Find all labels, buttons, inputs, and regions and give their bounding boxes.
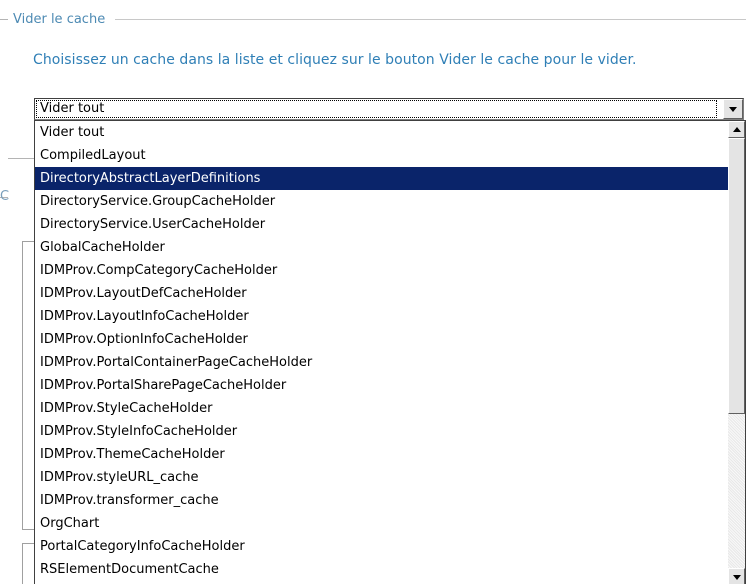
- arrow-up-icon: [733, 127, 741, 132]
- background-divider: [8, 158, 36, 159]
- cache-select-value: Vider tout: [36, 100, 717, 118]
- background-section-title-fragment: C: [0, 189, 10, 204]
- option-item[interactable]: DirectoryService.UserCacheHolder: [35, 213, 728, 236]
- dropdown-arrow-button[interactable]: [723, 99, 743, 119]
- background-frame-line: [22, 543, 23, 584]
- option-item[interactable]: DirectoryService.GroupCacheHolder: [35, 190, 728, 213]
- option-item[interactable]: IDMProv.PortalSharePageCacheHolder: [35, 374, 728, 397]
- option-item[interactable]: OrgChart: [35, 512, 728, 535]
- option-item[interactable]: IDMProv.CompCategoryCacheHolder: [35, 259, 728, 282]
- scroll-down-button[interactable]: [728, 568, 745, 584]
- scrollbar-thumb[interactable]: [728, 138, 745, 414]
- chevron-down-icon: [729, 107, 737, 112]
- instructions-text: Choisissez un cache dans la liste et cli…: [33, 52, 637, 68]
- arrow-down-icon: [733, 575, 741, 580]
- option-item[interactable]: RSElementDocumentCache: [35, 558, 728, 581]
- option-item[interactable]: IDMProv.OptionInfoCacheHolder: [35, 328, 728, 351]
- option-item[interactable]: IDMProv.transformer_cache: [35, 489, 728, 512]
- option-item[interactable]: Vider tout: [35, 121, 728, 144]
- section-header: Vider le cache: [0, 10, 746, 28]
- section-title: Vider le cache: [13, 11, 106, 27]
- option-item[interactable]: IDMProv.styleURL_cache: [35, 466, 728, 489]
- scrollbar[interactable]: [728, 121, 745, 584]
- option-item[interactable]: IDMProv.StyleInfoCacheHolder: [35, 420, 728, 443]
- legend-rule: [115, 19, 746, 20]
- option-item[interactable]: PortalCategoryInfoCacheHolder: [35, 535, 728, 558]
- option-item[interactable]: IDMProv.PortalContainerPageCacheHolder: [35, 351, 728, 374]
- cache-dropdown-list[interactable]: Vider tout CompiledLayout DirectoryAbstrac…: [34, 120, 746, 584]
- option-item[interactable]: DirectoryAbstractLayerDefinitions: [35, 167, 728, 190]
- option-item[interactable]: GlobalCacheHolder: [35, 236, 728, 259]
- option-item[interactable]: IDMProv.ThemeCacheHolder: [35, 443, 728, 466]
- legend-dash: [0, 19, 8, 20]
- scroll-up-button[interactable]: [728, 121, 745, 138]
- option-item[interactable]: IDMProv.LayoutDefCacheHolder: [35, 282, 728, 305]
- option-item[interactable]: IDMProv.LayoutInfoCacheHolder: [35, 305, 728, 328]
- option-list: Vider tout CompiledLayout DirectoryAbstrac…: [35, 121, 728, 581]
- option-item[interactable]: IDMProv.StyleCacheHolder: [35, 397, 728, 420]
- page: Vider le cache Choisissez un cache dans …: [0, 0, 746, 584]
- option-item[interactable]: CompiledLayout: [35, 144, 728, 167]
- cache-select[interactable]: Vider tout: [34, 98, 744, 120]
- background-frame-line: [22, 241, 23, 530]
